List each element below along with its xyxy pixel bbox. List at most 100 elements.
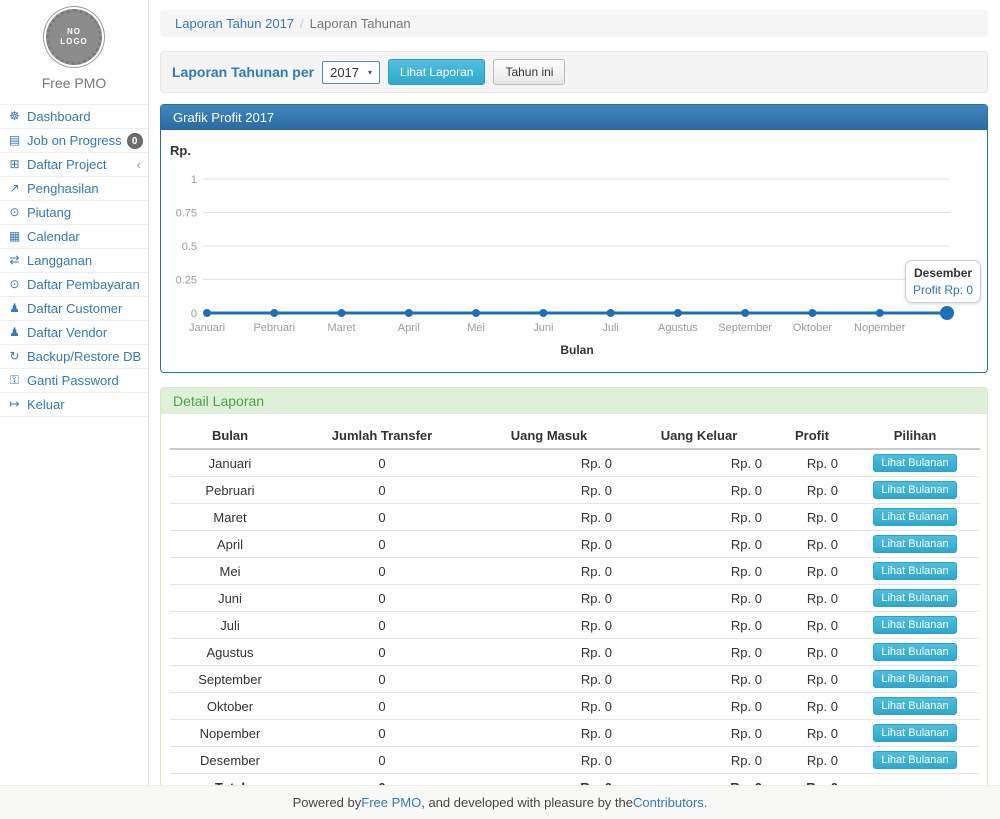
sidebar-item-label: Daftar Customer xyxy=(27,300,122,317)
x-tick-label: Januari xyxy=(189,322,225,334)
cell-profit: Rp. 0 xyxy=(774,720,850,747)
footer-link-freepmo[interactable]: Free PMO xyxy=(361,795,421,810)
sidebar-item-label: Keluar xyxy=(27,396,65,413)
cell-uang-keluar: Rp. 0 xyxy=(624,720,774,747)
daftar-project-icon: ⊞ xyxy=(7,156,22,173)
lihat-bulanan-button[interactable]: Lihat Bulanan xyxy=(873,481,956,499)
sidebar-item-label: Daftar Pembayaran xyxy=(27,276,140,293)
cell-jumlah-transfer: 0 xyxy=(290,612,474,639)
logo-text-line2: LOGO xyxy=(60,37,88,47)
cell-uang-keluar: Rp. 0 xyxy=(624,504,774,531)
cell-jumlah-transfer: 0 xyxy=(290,639,474,666)
profit-chart: Rp. 00.250.50.751JanuariPebruariMaretApr… xyxy=(161,130,987,372)
cell-uang-keluar: Rp. 0 xyxy=(624,449,774,477)
sidebar-item-keluar[interactable]: ↦Keluar xyxy=(0,392,148,416)
sidebar-item-penghasilan[interactable]: ↗Penghasilan xyxy=(0,176,148,200)
lihat-bulanan-button[interactable]: Lihat Bulanan xyxy=(873,751,956,769)
lihat-bulanan-button[interactable]: Lihat Bulanan xyxy=(873,562,956,580)
sidebar-item-ganti-password[interactable]: ⚿Ganti Password xyxy=(0,368,148,392)
cell-jumlah-transfer: 0 xyxy=(290,504,474,531)
dashboard-icon: ☸ xyxy=(7,108,22,125)
sidebar-item-piutang[interactable]: ⊙Piutang xyxy=(0,200,148,224)
current-year-button[interactable]: Tahun ini xyxy=(493,59,565,85)
lihat-bulanan-button[interactable]: Lihat Bulanan xyxy=(873,724,956,742)
table-row: Mei0Rp. 0Rp. 0Rp. 0Lihat Bulanan xyxy=(170,558,980,585)
langganan-icon: ⇄ xyxy=(7,252,22,269)
cell-uang-keluar: Rp. 0 xyxy=(624,693,774,720)
lihat-bulanan-button[interactable]: Lihat Bulanan xyxy=(873,616,956,634)
data-point-januari[interactable] xyxy=(203,309,211,317)
logo: NO LOGO xyxy=(46,9,102,65)
data-point-juli[interactable] xyxy=(607,309,615,317)
data-point-juni[interactable] xyxy=(539,309,547,317)
cell-jumlah-transfer: 0 xyxy=(290,720,474,747)
lihat-bulanan-button[interactable]: Lihat Bulanan xyxy=(873,535,956,553)
y-tick-label: 1 xyxy=(191,174,197,186)
data-point-september[interactable] xyxy=(741,309,749,317)
lihat-bulanan-button[interactable]: Lihat Bulanan xyxy=(873,454,956,472)
sidebar-item-daftar-customer[interactable]: ♟ Daftar Customer xyxy=(0,296,148,320)
data-point-april[interactable] xyxy=(405,309,413,317)
cell-bulan: Januari xyxy=(170,449,290,477)
sidebar-item-job-on-progress[interactable]: ▤Job on Progress0 xyxy=(0,128,148,152)
footer-link-contributors[interactable]: Contributors. xyxy=(633,795,707,810)
col-header-jumlah-transfer: Jumlah Transfer xyxy=(290,423,474,449)
table-row: Maret0Rp. 0Rp. 0Rp. 0Lihat Bulanan xyxy=(170,504,980,531)
cell-profit: Rp. 0 xyxy=(774,666,850,693)
year-select[interactable]: 2017 ▾ xyxy=(322,61,380,84)
sidebar-item-label: Piutang xyxy=(27,204,71,221)
sidebar-item-daftar-pembayaran[interactable]: ⊙Daftar Pembayaran xyxy=(0,272,148,296)
sidebar-item-daftar-project[interactable]: ⊞Daftar Project‹ xyxy=(0,152,148,176)
x-tick-label: April xyxy=(398,322,420,334)
lihat-bulanan-button[interactable]: Lihat Bulanan xyxy=(873,589,956,607)
cell-jumlah-transfer: 0 xyxy=(290,449,474,477)
x-tick-label: Juli xyxy=(602,322,619,334)
data-point-oktober[interactable] xyxy=(808,309,816,317)
table-row: September0Rp. 0Rp. 0Rp. 0Lihat Bulanan xyxy=(170,666,980,693)
data-point-mei[interactable] xyxy=(472,309,480,317)
sidebar-item-backup-restore-db[interactable]: ↻Backup/Restore DB xyxy=(0,344,148,368)
sidebar-item-label: Langganan xyxy=(27,252,92,269)
cell-jumlah-transfer: 0 xyxy=(290,585,474,612)
lihat-bulanan-button[interactable]: Lihat Bulanan xyxy=(873,670,956,688)
data-point-nopember[interactable] xyxy=(876,309,884,317)
cell-pilihan: Lihat Bulanan xyxy=(850,693,980,720)
table-row: Agustus0Rp. 0Rp. 0Rp. 0Lihat Bulanan xyxy=(170,639,980,666)
report-table-body: Januari0Rp. 0Rp. 0Rp. 0Lihat BulananPebr… xyxy=(170,449,980,774)
lihat-bulanan-button[interactable]: Lihat Bulanan xyxy=(873,508,956,526)
cell-uang-keluar: Rp. 0 xyxy=(624,639,774,666)
data-point-maret[interactable] xyxy=(338,309,346,317)
lihat-bulanan-button[interactable]: Lihat Bulanan xyxy=(873,643,956,661)
lihat-bulanan-button[interactable]: Lihat Bulanan xyxy=(873,697,956,715)
cell-jumlah-transfer: 0 xyxy=(290,666,474,693)
cell-pilihan: Lihat Bulanan xyxy=(850,531,980,558)
breadcrumb-link[interactable]: Laporan Tahun 2017 xyxy=(175,16,294,31)
profit-chart-panel: Grafik Profit 2017 Rp. 00.250.50.751Janu… xyxy=(160,104,988,373)
cell-jumlah-transfer: 0 xyxy=(290,747,474,774)
sidebar-item-calendar[interactable]: ▦Calendar xyxy=(0,224,148,248)
main-content: Laporan Tahun 2017/Laporan Tahunan Lapor… xyxy=(160,0,988,815)
data-point-desember[interactable] xyxy=(940,306,954,320)
cell-jumlah-transfer: 0 xyxy=(290,477,474,504)
cell-uang-keluar: Rp. 0 xyxy=(624,666,774,693)
col-header-profit: Profit xyxy=(774,423,850,449)
daftar-customer-icon: ♟ xyxy=(7,300,22,317)
detail-report-panel: Detail Laporan Bulan Jumlah Transfer Uan… xyxy=(160,387,988,815)
cell-profit: Rp. 0 xyxy=(774,449,850,477)
chart-tooltip: Desember Profit Rp: 0 xyxy=(905,260,981,303)
data-point-agustus[interactable] xyxy=(674,309,682,317)
sidebar-item-daftar-vendor[interactable]: ♟Daftar Vendor xyxy=(0,320,148,344)
x-axis-title: Bulan xyxy=(560,343,593,357)
footer: Powered by Free PMO , and developed with… xyxy=(0,785,1000,819)
cell-pilihan: Lihat Bulanan xyxy=(850,666,980,693)
penghasilan-icon: ↗ xyxy=(7,180,22,197)
cell-profit: Rp. 0 xyxy=(774,504,850,531)
view-report-button[interactable]: Lihat Laporan xyxy=(388,59,485,85)
year-filter-bar: Laporan Tahunan per 2017 ▾ Lihat Laporan… xyxy=(160,51,988,93)
sidebar-item-langganan[interactable]: ⇄ Langganan xyxy=(0,248,148,272)
sidebar-item-label: Dashboard xyxy=(27,108,91,125)
sidebar-item-dashboard[interactable]: ☸ Dashboard xyxy=(0,105,148,128)
year-select-value: 2017 xyxy=(330,65,359,80)
cell-uang-masuk: Rp. 0 xyxy=(474,666,624,693)
data-point-pebruari[interactable] xyxy=(270,309,278,317)
